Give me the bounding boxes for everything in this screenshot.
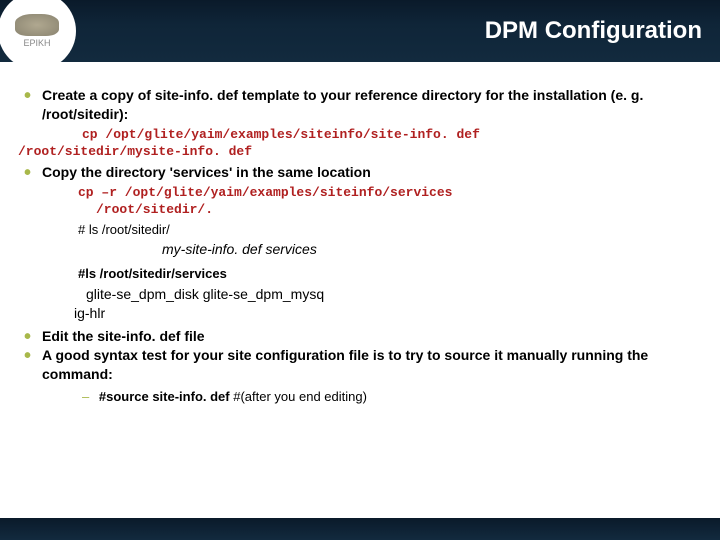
- logo-text: EPIKH: [23, 38, 50, 48]
- command-block-1: cp /opt/glite/yaim/examples/siteinfo/sit…: [18, 126, 702, 161]
- dash-source-cmd: – #source site-info. def #(after you end…: [82, 388, 702, 406]
- cmd-cp-siteinfo-l2: /root/sitedir/mysite-info. def: [18, 143, 702, 161]
- bullet-1-text: Create a copy of site-info. def template…: [42, 87, 643, 122]
- logo-badge: EPIKH: [0, 0, 76, 70]
- cmd-cp-services-l2: /root/sitedir/.: [78, 201, 702, 219]
- slide-footer: [0, 518, 720, 540]
- cmd-cp-siteinfo-l1: cp /opt/glite/yaim/examples/siteinfo/sit…: [18, 126, 702, 144]
- cmd-ls-2: #ls /root/sitedir/services: [78, 265, 702, 283]
- bullet-3: Edit the site-info. def file: [18, 327, 702, 346]
- bullet-3-text: Edit the site-info. def file: [42, 328, 205, 344]
- bullet-2: Copy the directory 'services' in the sam…: [18, 163, 702, 323]
- cmd-cp-services-l1: cp –r /opt/glite/yaim/examples/siteinfo/…: [78, 184, 702, 202]
- source-cmd-bold: #source site-info. def: [99, 389, 230, 404]
- bullet-4-text: A good syntax test for your site configu…: [42, 347, 648, 382]
- bullet-2-text: Copy the directory 'services' in the sam…: [42, 164, 371, 180]
- source-cmd-rest: #(after you end editing): [233, 389, 367, 404]
- dash-icon: –: [82, 389, 89, 404]
- slide-title: DPM Configuration: [485, 17, 702, 45]
- logo-inner: EPIKH: [15, 14, 59, 48]
- command-block-2: cp –r /opt/glite/yaim/examples/siteinfo/…: [78, 184, 702, 239]
- slide-header: EPIKH DPM Configuration: [0, 0, 720, 62]
- world-map-icon: [15, 14, 59, 36]
- ls-result-2a: glite-se_dpm_disk glite-se_dpm_mysq: [86, 285, 702, 305]
- cmd-ls-1: # ls /root/sitedir/: [78, 221, 702, 239]
- bullet-4: A good syntax test for your site configu…: [18, 346, 702, 405]
- bullet-1: Create a copy of site-info. def template…: [18, 86, 702, 124]
- ls-result-1: my-site-info. def services: [42, 240, 702, 259]
- ls-result-2b: ig-hlr: [74, 304, 702, 323]
- slide-body: Create a copy of site-info. def template…: [0, 62, 720, 416]
